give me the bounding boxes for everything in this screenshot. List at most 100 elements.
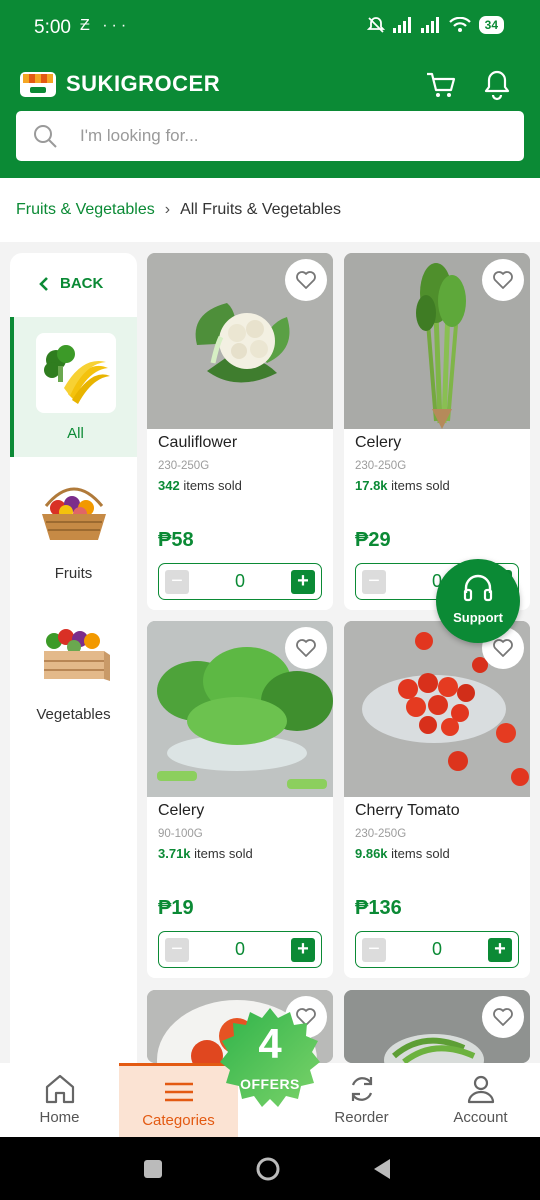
sold-count: 3.71k [158,846,191,861]
sold-suffix: items sold [391,478,450,493]
items-sold: 9.86k items sold [355,846,450,861]
support-label: Support [453,610,503,625]
product-card[interactable]: Celery 90-100G 3.71k items sold ₱19 − 0 … [147,621,333,978]
sold-count: 9.86k [355,846,388,861]
heart-icon [493,639,513,657]
chevron-right-icon: › [164,201,171,218]
items-sold: 17.8k items sold [355,478,450,493]
fruit-veg-mix-icon [35,333,116,413]
product-card[interactable]: Celery 230-250G 17.8k items sold ₱29 − 0… [344,253,530,610]
app-header: SUKIGROCER [0,56,540,178]
recents-icon[interactable] [143,1159,163,1179]
heart-icon [493,1008,513,1026]
sold-suffix: items sold [183,478,242,493]
offers-label: OFFERS [240,1076,300,1092]
vegetable-crate-icon [33,614,114,694]
breadcrumb: Fruits & Vegetables › All Fruits & Veget… [0,178,540,242]
increment-button[interactable]: + [291,570,315,594]
signal-2-icon [420,17,439,33]
heart-icon [296,639,316,657]
product-image[interactable] [344,253,530,429]
category-label: Vegetables [36,706,111,723]
back-button[interactable]: BACK [38,275,103,292]
product-name: Cherry Tomato [355,802,460,819]
product-weight: 230-250G [355,828,407,840]
product-weight: 230-250G [355,460,407,472]
category-all[interactable]: All [10,317,137,457]
product-name: Celery [158,802,205,819]
product-price: ₱58 [158,529,194,551]
notifications-button[interactable] [480,68,514,102]
nav-label: Account [453,1109,508,1126]
back-triangle-icon[interactable] [372,1158,392,1180]
breadcrumb-parent[interactable]: Fruits & Vegetables [16,201,155,219]
offers-count: 4 [258,1020,282,1067]
increment-button[interactable]: + [488,938,512,962]
category-vegetables[interactable]: Vegetables [10,598,137,738]
product-card[interactable] [344,990,530,1063]
product-image[interactable] [344,621,530,797]
product-name: Cauliflower [158,434,238,451]
breadcrumb-current: All Fruits & Vegetables [180,201,342,218]
nav-label: Home [39,1109,80,1126]
home-icon [45,1074,74,1104]
favorite-button[interactable] [285,259,327,301]
increment-button[interactable]: + [291,938,315,962]
nav-label: Categories [142,1112,215,1129]
sold-suffix: items sold [194,846,253,861]
product-price: ₱29 [355,529,391,551]
product-image[interactable] [147,621,333,797]
category-fruits[interactable]: Fruits [10,457,137,597]
bell-icon [484,70,510,101]
product-name: Celery [355,434,402,451]
nav-account[interactable]: Account [421,1063,540,1137]
product-card[interactable]: Cherry Tomato 230-250G 9.86k items sold … [344,621,530,978]
cart-button[interactable] [424,68,458,102]
product-image[interactable] [147,253,333,429]
product-weight: 230-250G [158,460,210,472]
brand-name: SUKIGROCER [66,71,221,96]
items-sold: 342 items sold [158,478,242,493]
storefront-icon [20,72,56,97]
quantity-stepper: − 0 + [355,931,519,968]
status-bar: 5:00 Ƶ ··· 34 [0,0,540,56]
category-sidebar: BACK All Fruits Vegetables [10,253,137,1063]
support-button[interactable]: Support [436,559,520,643]
reorder-icon [351,1077,372,1101]
product-price: ₱136 [355,897,402,919]
sold-count: 342 [158,478,180,493]
favorite-button[interactable] [482,996,524,1038]
sold-count: 17.8k [355,478,388,493]
category-label: Fruits [54,565,93,582]
categories-icon [164,1082,193,1102]
notification-icons: Ƶ ··· [80,17,131,34]
search-icon [34,125,57,148]
product-card[interactable]: Cauliflower 230-250G 342 items sold ₱58 … [147,253,333,610]
offers-badge[interactable]: 4 OFFERS [218,1006,322,1110]
search-input[interactable] [80,126,480,146]
mute-icon [366,17,385,33]
category-label: All [67,425,84,442]
headset-icon [463,574,493,602]
heart-icon [493,271,513,289]
battery-indicator: 34 [478,16,504,34]
back-label: BACK [60,275,104,292]
product-weight: 90-100G [158,828,203,840]
cart-icon [427,72,456,97]
status-right-icons: 34 [366,16,504,34]
home-circle-icon[interactable] [255,1156,281,1182]
signal-icon [392,17,411,33]
favorite-button[interactable] [482,259,524,301]
heart-icon [296,271,316,289]
favorite-button[interactable] [285,627,327,669]
nav-home[interactable]: Home [0,1063,119,1137]
system-nav-bar [0,1137,540,1200]
brand-logo[interactable]: SUKIGROCER [18,69,220,99]
chevron-left-icon [39,276,48,291]
nav-label: Reorder [334,1109,389,1126]
account-icon [467,1075,494,1104]
status-time: 5:00 [34,17,71,38]
product-image[interactable] [344,990,530,1063]
search-bar[interactable] [16,111,524,161]
fruit-basket-icon [33,473,114,553]
